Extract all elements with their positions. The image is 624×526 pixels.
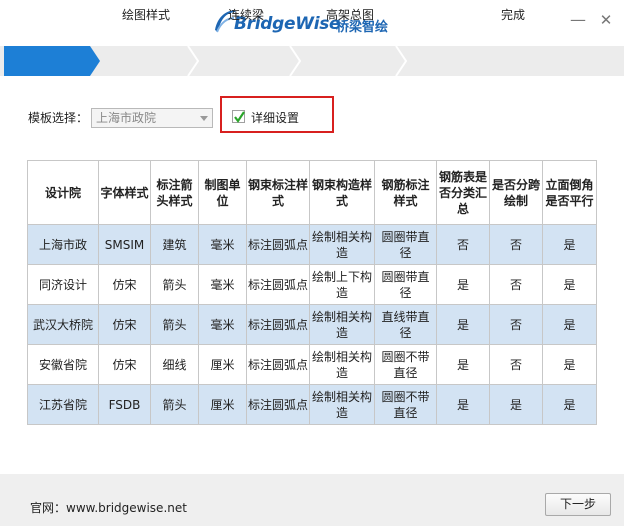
table-cell: 箭头	[150, 384, 199, 425]
detail-settings-label[interactable]: 详细设置	[251, 109, 299, 126]
table-row[interactable]: 同济设计 仿宋 箭头 毫米 标注圆弧点 绘制上下构造 圆圈带直径 是 否 是	[27, 264, 597, 305]
table-cell: 建筑	[150, 224, 199, 265]
table-cell: 否	[489, 264, 543, 305]
table-cell: 直线带直径	[374, 304, 437, 345]
table-cell: FSDB	[98, 384, 151, 425]
table-row[interactable]: 安徽省院 仿宋 细线 厘米 标注圆弧点 绘制相关构造 圆圈不带直径 是 否 是	[27, 344, 597, 385]
table-cell: 是	[436, 384, 490, 425]
step-elevated-general-plan[interactable]: 高架总图	[300, 0, 400, 30]
table-cell: 绘制相关构造	[309, 304, 375, 345]
step-bar-arrows	[4, 46, 408, 76]
table-cell: 标注圆弧点	[246, 264, 310, 305]
header-font-style: 字体样式	[98, 160, 151, 225]
template-select-label: 模板选择：	[28, 111, 89, 125]
table-row[interactable]: 上海市政 SMSIM 建筑 毫米 标注圆弧点 绘制相关构造 圆圈带直径 否 否 …	[27, 224, 597, 265]
table-cell: 是	[542, 304, 597, 345]
table-cell: 圆圈不带直径	[374, 344, 437, 385]
table-cell: 厘米	[198, 344, 247, 385]
table-cell: 标注圆弧点	[246, 304, 310, 345]
table-cell: 标注圆弧点	[246, 344, 310, 385]
table-cell: 箭头	[150, 264, 199, 305]
table-cell: 绘制上下构造	[309, 264, 375, 305]
table-cell: 是	[542, 224, 597, 265]
header-draw-by-span: 是否分跨绘制	[489, 160, 543, 225]
table-cell: 绘制相关构造	[309, 344, 375, 385]
table-row[interactable]: 江苏省院 FSDB 箭头 厘米 标注圆弧点 绘制相关构造 圆圈不带直径 是 是 …	[27, 384, 597, 425]
website-link[interactable]: 官网：www.bridgewise.net	[30, 499, 187, 516]
table-cell: 否	[489, 224, 543, 265]
table-cell: 是	[436, 264, 490, 305]
table-cell: 标注圆弧点	[246, 384, 310, 425]
table-cell: 是	[542, 344, 597, 385]
table-cell: 仿宋	[98, 264, 151, 305]
detail-settings-checkbox[interactable]	[232, 110, 245, 123]
step-drawing-style[interactable]: 绘图样式	[100, 0, 192, 30]
table-cell: 否	[489, 304, 543, 345]
table-cell: 绘制相关构造	[309, 384, 375, 425]
template-select[interactable]: 上海市政院	[91, 108, 213, 128]
table-cell: 江苏省院	[27, 384, 99, 425]
footer-bar: 官网：www.bridgewise.net	[0, 474, 624, 526]
table-cell: 是	[542, 264, 597, 305]
table-cell: 否	[436, 224, 490, 265]
template-table: 设计院 字体样式 标注箭头样式 制图单位 钢束标注样式 钢束构造样式 钢筋标注样…	[27, 160, 597, 425]
table-cell: 是	[436, 304, 490, 345]
table-row[interactable]: 武汉大桥院 仿宋 箭头 毫米 标注圆弧点 绘制相关构造 直线带直径 是 否 是	[27, 304, 597, 345]
table-cell: 圆圈带直径	[374, 224, 437, 265]
table-cell: 安徽省院	[27, 344, 99, 385]
table-cell: 厘米	[198, 384, 247, 425]
table-cell: 毫米	[198, 264, 247, 305]
header-design-institute: 设计院	[27, 160, 99, 225]
table-cell: 是	[542, 384, 597, 425]
table-cell: SMSIM	[98, 224, 151, 265]
header-rebar-annotation-style: 钢筋标注样式	[374, 160, 437, 225]
table-cell: 仿宋	[98, 304, 151, 345]
step-finish[interactable]: 完成	[406, 0, 620, 30]
header-rebar-table-grouping: 钢筋表是否分类汇总	[436, 160, 490, 225]
table-cell: 毫米	[198, 304, 247, 345]
chevron-down-icon	[200, 116, 208, 121]
header-tendon-annotation-style: 钢束标注样式	[246, 160, 310, 225]
table-cell: 武汉大桥院	[27, 304, 99, 345]
table-cell: 否	[489, 344, 543, 385]
table-header-row: 设计院 字体样式 标注箭头样式 制图单位 钢束标注样式 钢束构造样式 钢筋标注样…	[27, 160, 597, 225]
next-step-button[interactable]: 下一步	[545, 493, 611, 516]
step-template-settings[interactable]: 模板设置	[4, 0, 92, 30]
table-cell: 绘制相关构造	[309, 224, 375, 265]
table-cell: 毫米	[198, 224, 247, 265]
table-cell: 是	[489, 384, 543, 425]
table-cell: 箭头	[150, 304, 199, 345]
table-cell: 同济设计	[27, 264, 99, 305]
table-cell: 圆圈不带直径	[374, 384, 437, 425]
table-cell: 仿宋	[98, 344, 151, 385]
template-select-value: 上海市政院	[96, 111, 157, 125]
header-elevation-chamfer-parallel: 立面倒角是否平行	[542, 160, 597, 225]
checkmark-icon	[234, 111, 245, 123]
header-drawing-unit: 制图单位	[198, 160, 247, 225]
header-tendon-structure-style: 钢束构造样式	[309, 160, 375, 225]
table-cell: 标注圆弧点	[246, 224, 310, 265]
table-cell: 上海市政	[27, 224, 99, 265]
table-cell: 圆圈带直径	[374, 264, 437, 305]
table-cell: 是	[436, 344, 490, 385]
step-continuous-beam[interactable]: 连续梁	[198, 0, 294, 30]
header-dimension-arrow-style: 标注箭头样式	[150, 160, 199, 225]
table-cell: 细线	[150, 344, 199, 385]
